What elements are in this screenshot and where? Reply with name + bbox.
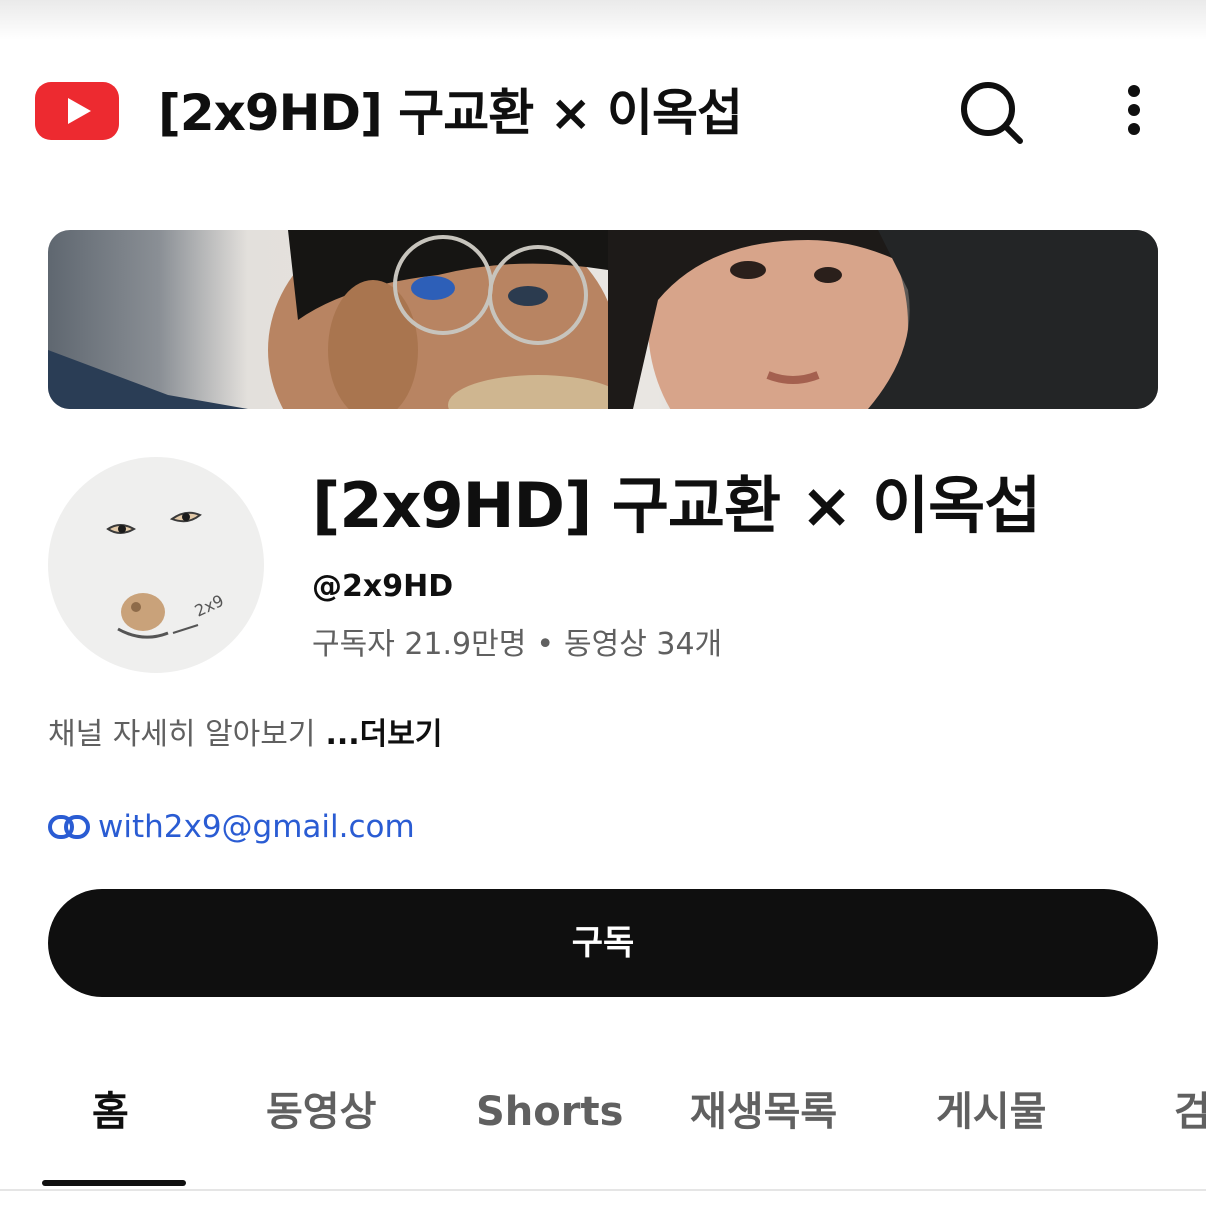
channel-page: [2x9HD] 구교환 × 이옥섭 2x9 [2x9HD] 구교환 × 이옥섭 … bbox=[0, 0, 1206, 1210]
svg-text:2x9: 2x9 bbox=[192, 591, 227, 621]
search-icon[interactable] bbox=[955, 78, 1027, 150]
youtube-logo-icon[interactable] bbox=[35, 82, 119, 140]
video-count: 동영상 34개 bbox=[564, 627, 723, 662]
channel-handle: @2x9HD bbox=[312, 569, 454, 604]
link-icon bbox=[48, 814, 90, 840]
channel-banner bbox=[48, 230, 1158, 409]
channel-stats: 구독자 21.9만명 • 동영상 34개 bbox=[312, 624, 722, 666]
tab-posts[interactable]: 게시물 bbox=[936, 1084, 1046, 1140]
more-link[interactable]: ...더보기 bbox=[325, 717, 442, 752]
status-bar-shade bbox=[0, 0, 1206, 40]
subscriber-count: 구독자 21.9만명 bbox=[312, 627, 527, 662]
tabs-divider bbox=[0, 1189, 1206, 1191]
stats-separator: • bbox=[536, 627, 555, 662]
active-tab-indicator bbox=[42, 1180, 186, 1186]
tab-playlists[interactable]: 재생목록 bbox=[690, 1084, 837, 1140]
more-vertical-icon[interactable] bbox=[1112, 82, 1156, 138]
tab-shorts[interactable]: Shorts bbox=[476, 1084, 623, 1140]
header-title: [2x9HD] 구교환 × 이옥섭 bbox=[158, 84, 743, 142]
tab-videos[interactable]: 동영상 bbox=[266, 1084, 376, 1140]
channel-tabs: 홈 동영상 Shorts 재생목록 게시물 검 bbox=[0, 1060, 1206, 1190]
link-text[interactable]: with2x9@gmail.com bbox=[98, 806, 415, 848]
subscribe-button[interactable]: 구독 bbox=[48, 889, 1158, 997]
channel-description[interactable]: 채널 자세히 알아보기 ...더보기 bbox=[48, 714, 442, 756]
tab-search[interactable]: 검 bbox=[1174, 1084, 1206, 1140]
description-text: 채널 자세히 알아보기 bbox=[48, 717, 316, 752]
tab-home[interactable]: 홈 bbox=[92, 1084, 129, 1140]
channel-name: [2x9HD] 구교환 × 이옥섭 bbox=[312, 469, 1041, 542]
channel-avatar[interactable]: 2x9 bbox=[48, 457, 264, 673]
